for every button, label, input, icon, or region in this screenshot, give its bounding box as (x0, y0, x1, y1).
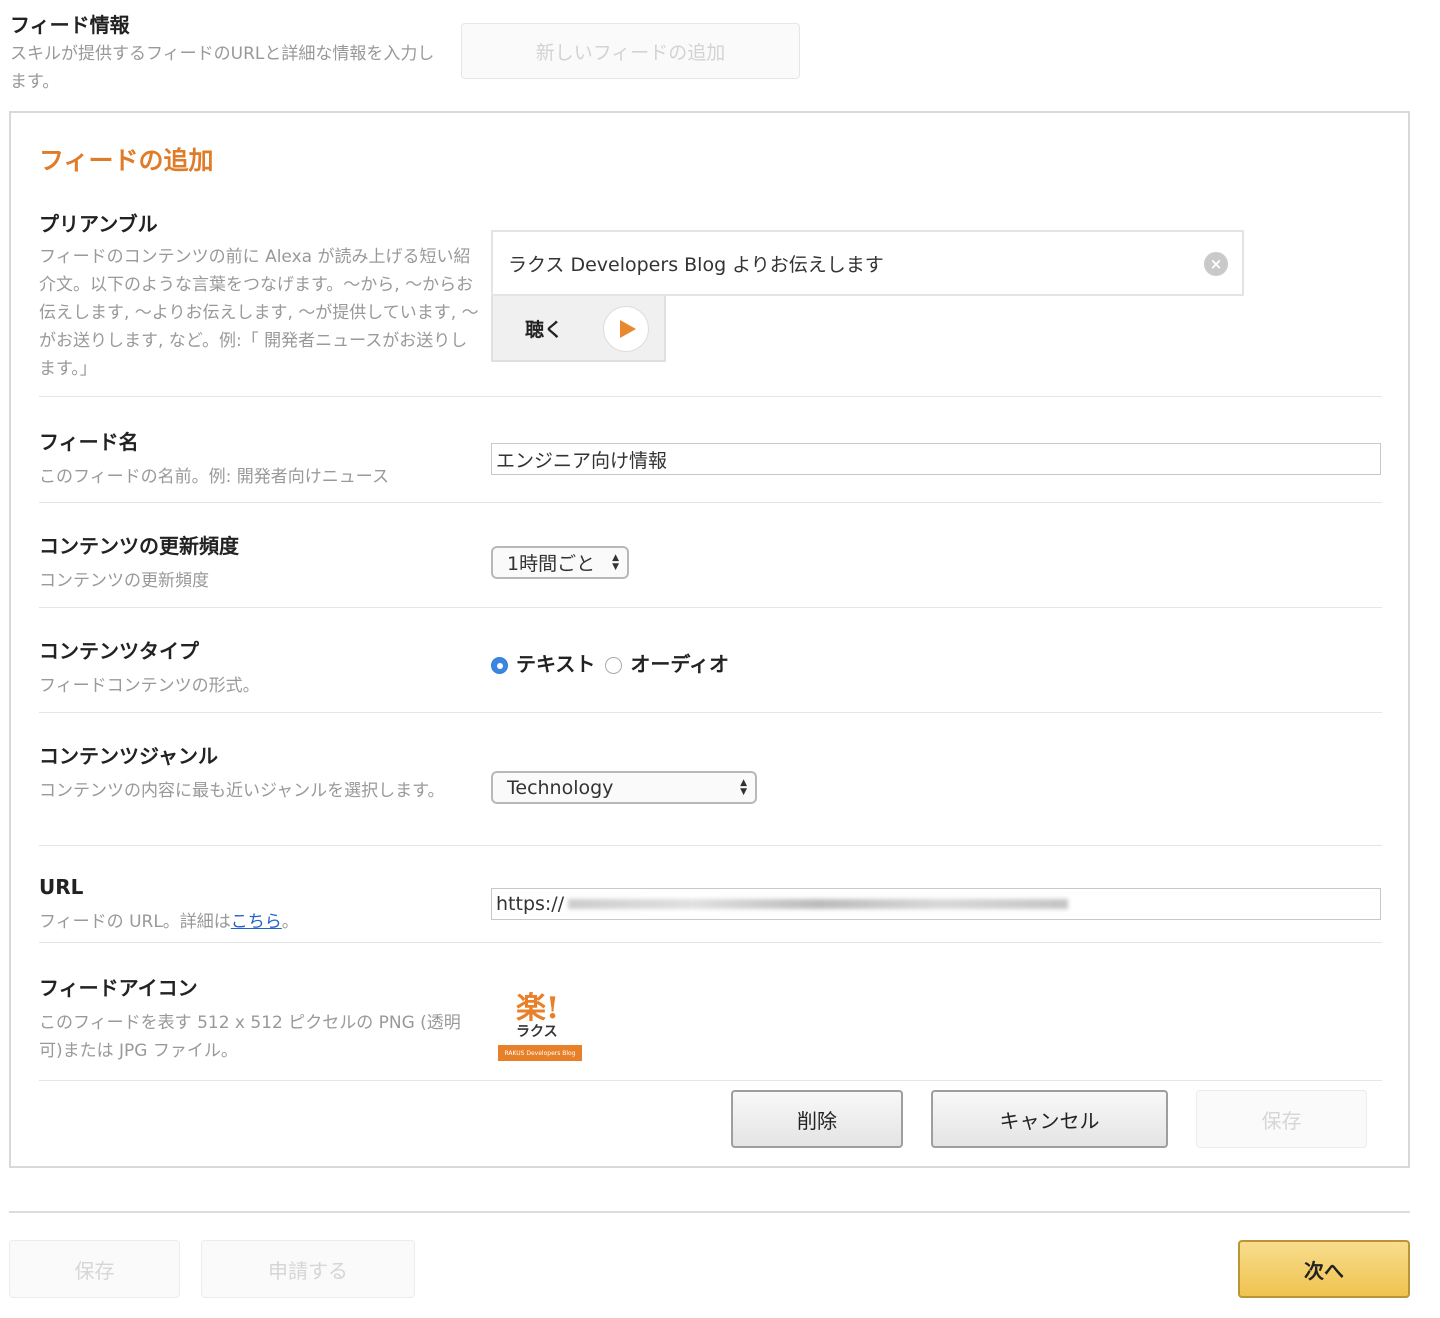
footer-divider (9, 1211, 1410, 1213)
cancel-button[interactable]: キャンセル (931, 1090, 1168, 1148)
url-label: URL (39, 875, 84, 899)
radio-audio[interactable] (605, 657, 623, 674)
frequency-selected: 1時間ごと (507, 553, 596, 575)
radio-text[interactable] (491, 657, 508, 674)
clear-icon[interactable]: × (1204, 252, 1228, 276)
feed-icon-label: フィードアイコン (39, 976, 198, 1000)
delete-button[interactable]: 削除 (731, 1090, 903, 1148)
details-link[interactable]: こちら (231, 912, 282, 932)
blurred-url (568, 899, 1069, 909)
radio-audio-label[interactable]: オーディオ (630, 648, 729, 677)
genre-select[interactable]: Technology ▲ ▼ (491, 771, 757, 804)
feed-icon-image: 楽! ラクス RAKUS Developers Blog (498, 983, 582, 1063)
content-type-radio-group: テキスト オーディオ (491, 648, 739, 677)
logo-text: ラクス (516, 1024, 558, 1040)
feed-name-input[interactable]: エンジニア向け情報 (491, 443, 1381, 475)
content-type-description: フィードコンテンツの形式。 (39, 676, 260, 696)
feed-name-description: このフィードの名前。例: 開発者向けニュース (39, 467, 389, 487)
feed-icon-description: このフィードを表す 512 x 512 ピクセルの PNG (透明可)または J… (39, 1013, 461, 1061)
next-button[interactable]: 次へ (1238, 1240, 1410, 1298)
frequency-label: コンテンツの更新頻度 (39, 534, 239, 558)
genre-selected: Technology (507, 776, 614, 799)
preamble-label: プリアンブル (39, 212, 158, 236)
listen-label: 聴く (525, 318, 564, 341)
preamble-row: プリアンブル フィードのコンテンツの前に Alexa が読み上げる短い紹介文。以… (39, 205, 1382, 397)
genre-description: コンテンツの内容に最も近いジャンルを選択します。 (39, 781, 445, 801)
url-row: URL フィードの URL。詳細はこちら。 https:// (39, 846, 1382, 943)
radio-text-label[interactable]: テキスト (516, 648, 595, 677)
section-title: フィード情報 (10, 13, 130, 37)
logo-band: RAKUS Developers Blog (498, 1045, 582, 1061)
frequency-select[interactable]: 1時間ごと ▲ ▼ (491, 546, 629, 579)
content-type-label: コンテンツタイプ (39, 639, 199, 663)
frequency-row: コンテンツの更新頻度 コンテンツの更新頻度 1時間ごと ▲ ▼ (39, 503, 1382, 608)
add-new-feed-button[interactable]: 新しいフィードの追加 (461, 23, 800, 79)
select-arrows-icon: ▲ ▼ (740, 777, 747, 797)
add-feed-panel: フィードの追加 プリアンブル フィードのコンテンツの前に Alexa が読み上げ… (9, 111, 1410, 1168)
genre-label: コンテンツジャンル (39, 744, 218, 768)
genre-row: コンテンツジャンル コンテンツの内容に最も近いジャンルを選択します。 Techn… (39, 713, 1382, 846)
feed-icon-row: フィードアイコン このフィードを表す 512 x 512 ピクセルの PNG (… (39, 943, 1382, 1081)
feed-info-header: フィード情報 スキルが提供するフィードのURLと詳細な情報を入力します。 (10, 10, 450, 96)
footer-save-button[interactable]: 保存 (9, 1240, 180, 1298)
listen-button[interactable]: 聴く (491, 296, 666, 362)
feed-name-row: フィード名 このフィードの名前。例: 開発者向けニュース エンジニア向け情報 (39, 397, 1382, 503)
url-value: https:// (496, 893, 565, 915)
submit-button[interactable]: 申請する (201, 1240, 415, 1298)
preamble-value: ラクス Developers Blog よりお伝えします (508, 253, 884, 276)
feed-name-label: フィード名 (39, 430, 139, 454)
panel-title: フィードの追加 (39, 146, 214, 175)
frequency-description: コンテンツの更新頻度 (39, 571, 209, 591)
select-arrows-icon: ▲ ▼ (612, 552, 619, 572)
save-feed-button[interactable]: 保存 (1196, 1090, 1367, 1148)
preamble-description: フィードのコンテンツの前に Alexa が読み上げる短い紹介文。以下のような言葉… (39, 247, 479, 379)
url-input[interactable]: https:// (491, 888, 1381, 920)
preamble-input[interactable]: ラクス Developers Blog よりお伝えします × (491, 230, 1244, 296)
content-type-row: コンテンツタイプ フィードコンテンツの形式。 テキスト オーディオ (39, 608, 1382, 713)
url-description: フィードの URL。詳細はこちら。 (39, 912, 299, 932)
play-icon[interactable] (603, 306, 649, 352)
feed-name-value: エンジニア向け情報 (496, 449, 668, 472)
section-description: スキルが提供するフィードのURLと詳細な情報を入力します。 (10, 44, 435, 92)
